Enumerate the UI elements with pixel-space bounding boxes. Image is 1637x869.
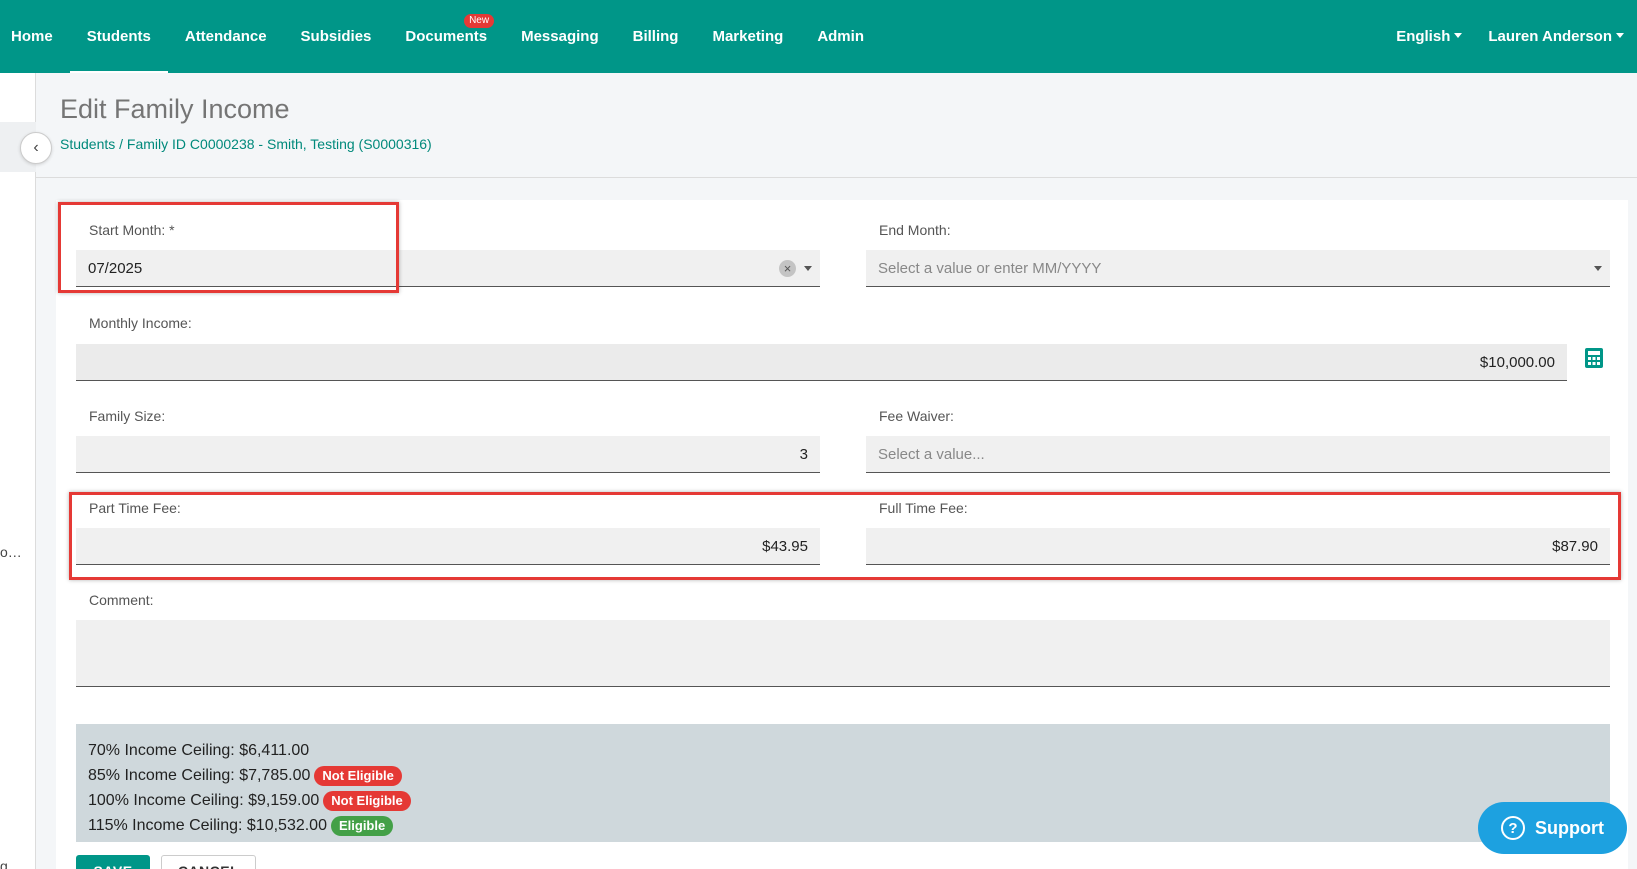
full-time-fee-label: Full Time Fee:	[879, 500, 968, 516]
end-month-controls	[1594, 250, 1602, 287]
top-navigation: Home Students Attendance Subsidies Docum…	[0, 0, 1637, 73]
ceiling-row: 115% Income Ceiling: $10,532.00 Eligible	[88, 813, 1598, 838]
fee-waiver-label: Fee Waiver:	[879, 408, 954, 424]
ceiling-text: 100% Income Ceiling: $9,159.00	[88, 791, 320, 809]
end-month-placeholder: Select a value or enter MM/YYYY	[878, 259, 1102, 277]
end-month-label: End Month:	[879, 222, 951, 238]
ceiling-text: 85% Income Ceiling: $7,785.00	[88, 766, 311, 784]
breadcrumb[interactable]: Students / Family ID C0000238 - Smith, T…	[60, 136, 432, 152]
monthly-income-field[interactable]: $10,000.00	[76, 344, 1567, 381]
monthly-income-label: Monthly Income:	[89, 315, 192, 331]
nav-documents-label: Documents	[405, 28, 488, 45]
new-badge: New	[464, 14, 495, 28]
start-month-value: 07/2025	[88, 259, 143, 277]
ceiling-text: 70% Income Ceiling: $6,411.00	[88, 741, 310, 759]
support-button[interactable]: ? Support	[1478, 802, 1627, 854]
dropdown-caret-icon[interactable]	[1594, 266, 1602, 271]
full-time-fee-value: $87.90	[1552, 537, 1598, 555]
ceiling-text: 115% Income Ceiling: $10,532.00	[88, 816, 327, 834]
cancel-button[interactable]: CANCEL	[161, 855, 256, 869]
fee-waiver-field[interactable]: Select a value...	[866, 436, 1610, 473]
clear-icon[interactable]: ×	[779, 260, 796, 277]
full-time-fee-field[interactable]: $87.90	[866, 528, 1610, 565]
eligible-badge: Eligible	[330, 815, 394, 836]
sidebar-truncated-text[interactable]: o…	[0, 544, 22, 560]
nav-billing[interactable]: Billing	[616, 0, 696, 73]
nav-subsidies[interactable]: Subsidies	[284, 0, 389, 73]
part-time-fee-field[interactable]: $43.95	[76, 528, 820, 565]
support-label: Support	[1535, 817, 1604, 838]
dropdown-caret-icon[interactable]	[804, 266, 812, 271]
header-divider	[36, 177, 1637, 178]
nav-home[interactable]: Home	[0, 0, 70, 73]
caret-down-icon	[1454, 32, 1463, 38]
family-size-label: Family Size:	[89, 408, 166, 424]
ceiling-row: 100% Income Ceiling: $9,159.00 Not Eligi…	[88, 788, 1598, 813]
part-time-fee-label: Part Time Fee:	[89, 500, 181, 516]
nav-messaging[interactable]: Messaging	[504, 0, 616, 73]
family-size-value: 3	[799, 445, 808, 463]
left-sidebar: o… g…	[0, 73, 36, 869]
user-name: Lauren Anderson	[1488, 28, 1612, 45]
monthly-income-value: $10,000.00	[1479, 353, 1555, 371]
not-eligible-badge: Not Eligible	[314, 765, 402, 786]
save-button[interactable]: SAVE	[76, 855, 150, 869]
ceiling-row: 85% Income Ceiling: $7,785.00 Not Eligib…	[88, 763, 1598, 788]
start-month-label: Start Month: *	[89, 222, 175, 238]
nav-attendance[interactable]: Attendance	[168, 0, 284, 73]
income-ceiling-panel: 70% Income Ceiling: $6,411.00 85% Income…	[76, 724, 1610, 842]
comment-textarea[interactable]	[76, 620, 1610, 687]
family-size-field[interactable]: 3	[76, 436, 820, 473]
sidebar-truncated-text[interactable]: g…	[0, 858, 22, 869]
page-title: Edit Family Income	[60, 94, 290, 124]
calculator-icon[interactable]	[1584, 347, 1604, 369]
nav-admin[interactable]: Admin	[800, 0, 881, 73]
nav-right-group: English Lauren Anderson	[1383, 0, 1637, 73]
start-month-field[interactable]: 07/2025 ×	[76, 250, 820, 287]
not-eligible-badge: Not Eligible	[323, 790, 411, 811]
part-time-fee-value: $43.95	[762, 537, 808, 555]
caret-down-icon	[1616, 32, 1624, 38]
user-dropdown[interactable]: Lauren Anderson	[1475, 28, 1637, 45]
nav-marketing[interactable]: Marketing	[695, 0, 800, 73]
start-month-controls: ×	[779, 250, 812, 287]
fee-waiver-placeholder: Select a value...	[878, 445, 985, 463]
nav-students[interactable]: Students	[69, 0, 169, 73]
end-month-field[interactable]: Select a value or enter MM/YYYY	[866, 250, 1610, 287]
comment-label: Comment:	[89, 592, 154, 608]
nav-documents[interactable]: Documents New	[388, 0, 504, 73]
question-icon: ?	[1501, 816, 1525, 840]
sidebar-collapse-button[interactable]: ‹	[20, 132, 52, 164]
ceiling-row: 70% Income Ceiling: $6,411.00	[88, 738, 1598, 763]
chevron-left-icon: ‹	[33, 139, 39, 156]
language-label: English	[1396, 28, 1451, 45]
language-dropdown[interactable]: English	[1383, 28, 1475, 45]
